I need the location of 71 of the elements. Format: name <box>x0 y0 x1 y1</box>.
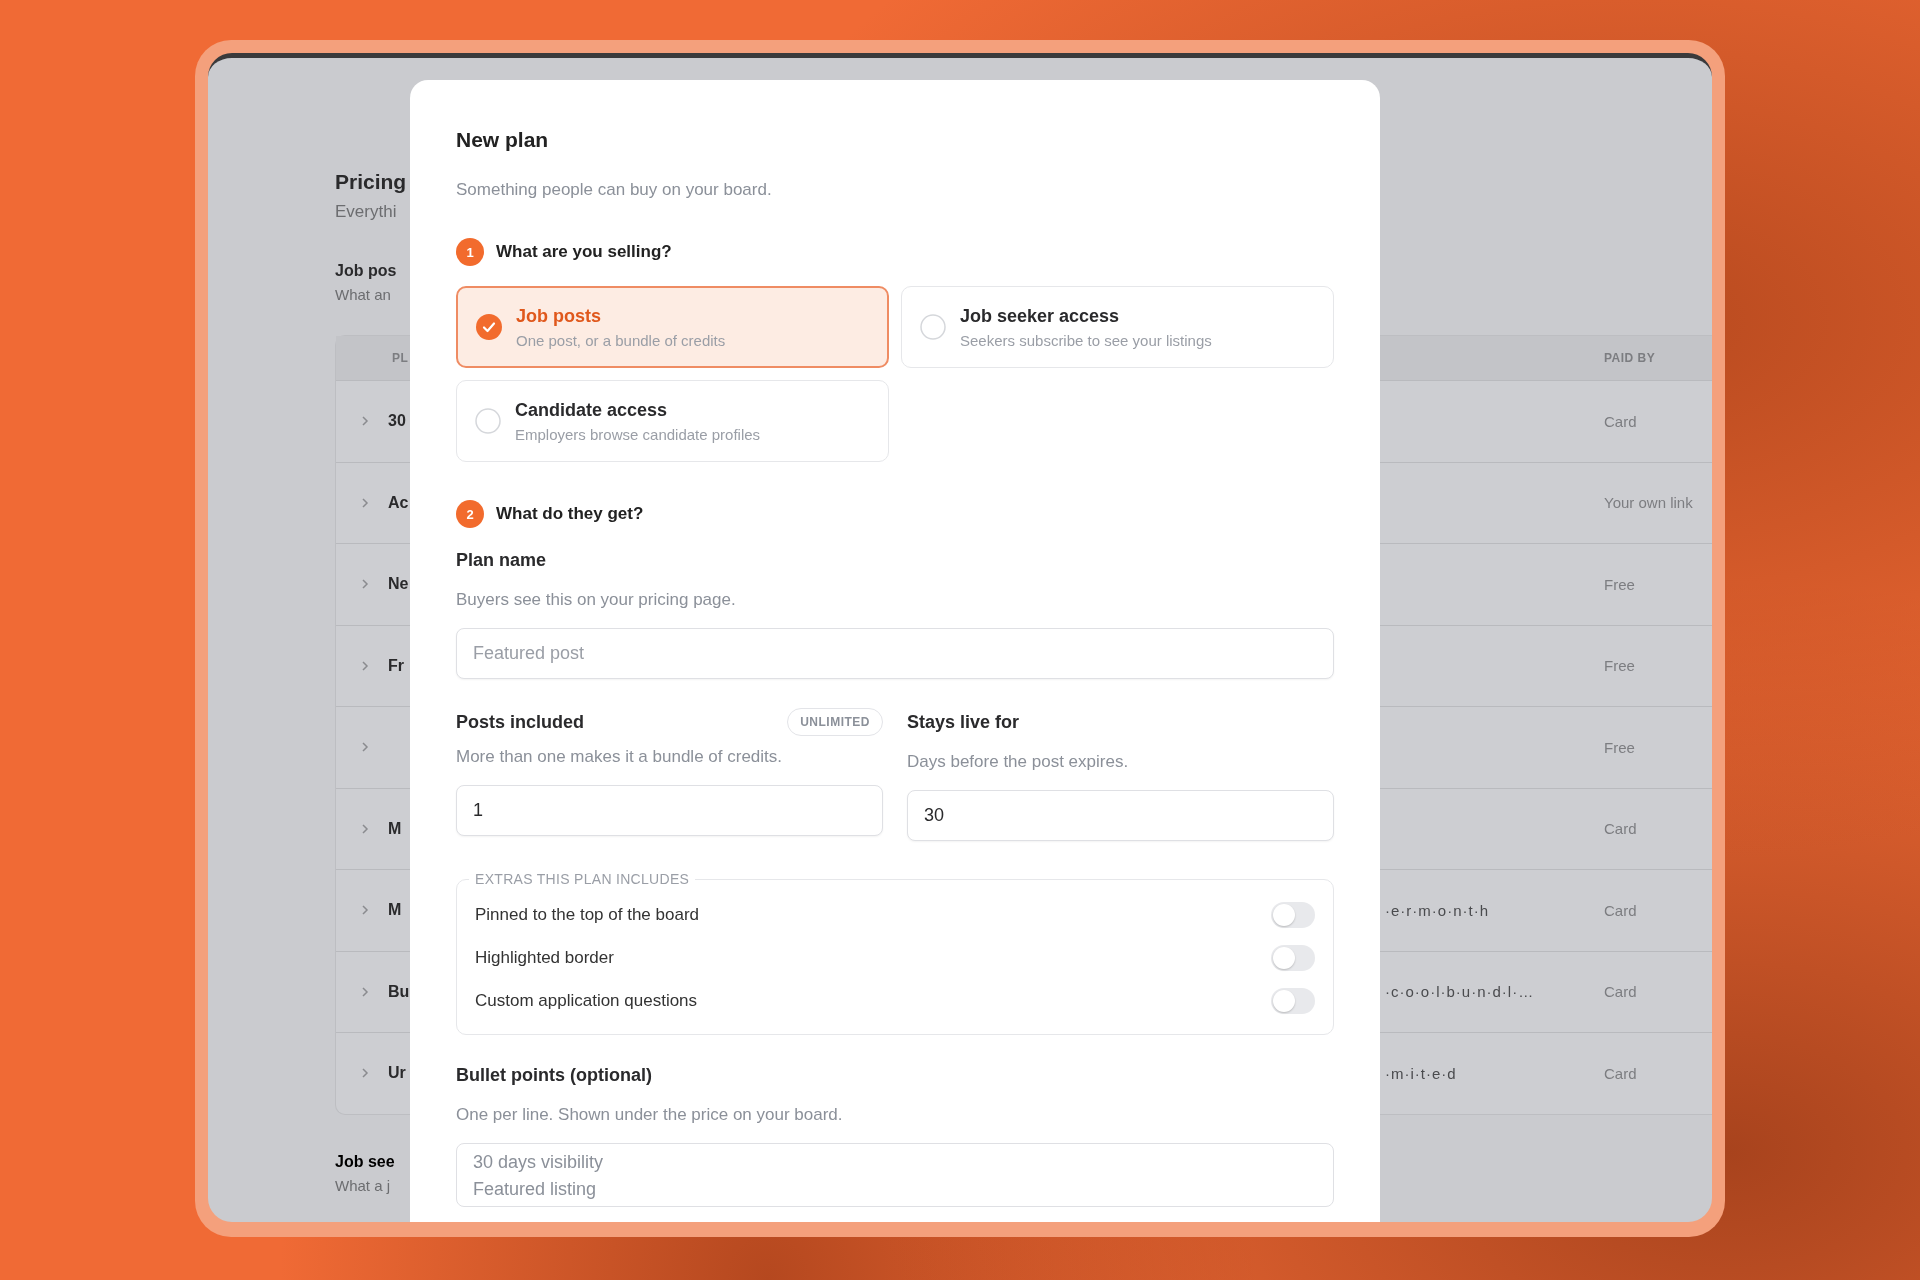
plan-type-option[interactable]: Candidate access Employers browse candidate profiles <box>456 380 889 462</box>
chevron-right-icon[interactable] <box>359 904 371 917</box>
table-cell: Ne <box>388 575 409 594</box>
option-description: Seekers subscribe to see your listings <box>960 331 1212 349</box>
table-cell: Your own link <box>1604 494 1693 512</box>
field-label: Stays live for <box>907 711 1020 733</box>
help-text: Days before the post expires. <box>907 752 1129 772</box>
plan-type-option[interactable]: Job seeker access Seekers subscribe to see your listings <box>901 286 1334 368</box>
toggle-switch[interactable] <box>1271 901 1315 928</box>
page-title: Pricing <box>335 170 407 194</box>
bullet-line: 30 days visibility <box>473 1152 604 1173</box>
chevron-right-icon[interactable] <box>359 496 371 509</box>
field-label: Posts included <box>456 711 585 733</box>
option-title: Job posts <box>516 305 601 327</box>
chevron-right-icon[interactable] <box>359 822 371 835</box>
chevron-right-icon[interactable] <box>359 415 371 428</box>
section-title: Job pos <box>335 262 397 280</box>
table-cell: ·m·i·t·e·d <box>1385 1064 1457 1082</box>
table-cell: Card <box>1604 820 1637 838</box>
option-description: Employers browse candidate profiles <box>515 425 761 443</box>
stays-live-field[interactable]: 30 <box>907 790 1334 841</box>
section-description: What a j <box>335 1176 391 1194</box>
toggle-switch[interactable] <box>1271 944 1315 971</box>
table-cell: Card <box>1604 983 1637 1001</box>
help-text: One per line. Shown under the price on your board. <box>456 1105 843 1125</box>
help-text: Buyers see this on your pricing page. <box>456 590 736 610</box>
chevron-right-icon[interactable] <box>359 659 371 672</box>
option-description: One post, or a bundle of credits <box>516 331 726 349</box>
page-subtitle: Everythi <box>335 202 397 222</box>
dialog-title: New plan <box>456 128 549 152</box>
table-cell: Fr <box>388 656 404 675</box>
chevron-right-icon[interactable] <box>359 1067 371 1080</box>
section-title: Job see <box>335 1152 395 1171</box>
table-cell: Ur <box>388 1064 406 1083</box>
table-cell: ·e·r·m·o·n·t·h <box>1385 901 1489 919</box>
extras-legend: EXTRAS THIS PLAN INCLUDES <box>469 871 696 887</box>
column-header: PL <box>392 351 409 365</box>
step-title: What do they get? <box>496 504 644 524</box>
table-cell: M <box>388 901 402 920</box>
field-label: Bullet points (optional) <box>456 1065 652 1086</box>
table-cell: Ac <box>388 493 409 512</box>
bullet-line: Featured listing <box>473 1179 597 1200</box>
chevron-right-icon[interactable] <box>359 741 371 754</box>
table-cell: ·c·o·o·l·b·u·n·d·l·… <box>1385 983 1535 1001</box>
plan-name-field[interactable]: Featured post <box>456 628 1334 679</box>
toggle-switch[interactable] <box>1271 987 1315 1014</box>
table-cell: Free <box>1604 738 1635 756</box>
help-text: More than one makes it a bundle of credits. <box>456 747 782 767</box>
table-cell: Free <box>1604 575 1635 593</box>
table-cell: Card <box>1604 901 1637 919</box>
table-cell: Card <box>1604 1064 1637 1082</box>
field-label: Plan name <box>456 550 547 571</box>
column-header: PAID BY <box>1604 351 1656 365</box>
dialog-subtitle: Something people can buy on your board. <box>456 180 772 200</box>
option-title: Candidate access <box>515 399 668 421</box>
table-cell: Card <box>1604 412 1637 430</box>
option-title: Job seeker access <box>960 305 1120 327</box>
step-number: 1 <box>456 238 484 266</box>
extra-label: Highlighted border <box>475 947 614 968</box>
posts-included-field[interactable]: 1 <box>456 785 883 836</box>
chevron-right-icon[interactable] <box>359 985 371 998</box>
table-cell: Free <box>1604 657 1635 675</box>
chevron-right-icon[interactable] <box>359 578 371 591</box>
extra-label: Custom application questions <box>475 990 698 1011</box>
table-cell: M <box>388 819 402 838</box>
table-cell: 30 <box>388 412 406 431</box>
table-cell: Bu <box>388 982 410 1001</box>
extra-label: Pinned to the top of the board <box>475 904 699 925</box>
step-title: What are you selling? <box>496 242 672 262</box>
section-description: What an <box>335 286 391 303</box>
step-number: 2 <box>456 500 484 528</box>
